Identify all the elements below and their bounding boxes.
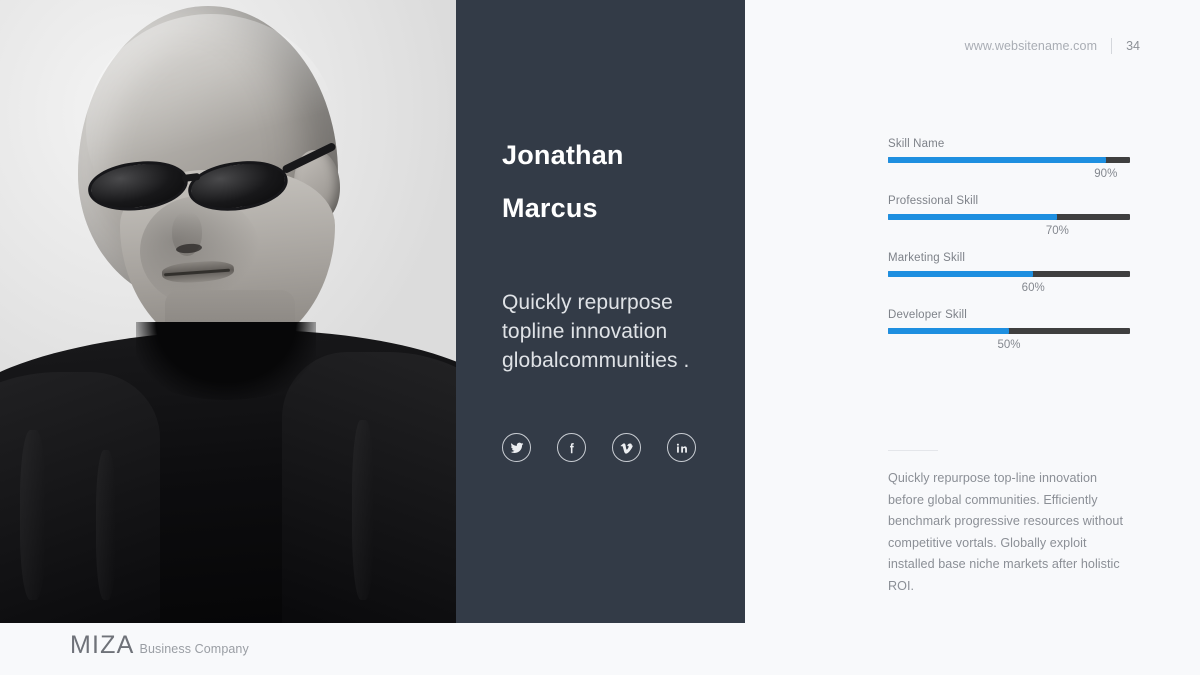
skill-value-row: 60% bbox=[888, 282, 1130, 297]
profile-panel: Jonathan Marcus Quickly repurpose toplin… bbox=[456, 0, 745, 623]
about-paragraph: Quickly repurpose top-line innovation be… bbox=[888, 471, 1124, 593]
linkedin-icon[interactable] bbox=[667, 433, 696, 462]
sunglasses-icon bbox=[84, 141, 337, 218]
twitter-icon[interactable] bbox=[502, 433, 531, 462]
skill-bar-track bbox=[888, 271, 1130, 277]
shirt-fold bbox=[96, 450, 116, 600]
skill-value: 90% bbox=[1094, 168, 1118, 180]
meta-divider bbox=[1111, 38, 1113, 54]
skill-bar-fill bbox=[888, 271, 1034, 277]
skill-bar-track bbox=[888, 328, 1130, 334]
skill-bar-track bbox=[888, 214, 1130, 220]
profile-photo bbox=[0, 0, 456, 623]
profile-first-name: Jonathan bbox=[502, 140, 624, 170]
slide: Jonathan Marcus Quickly repurpose toplin… bbox=[0, 0, 1200, 675]
skill-value-row: 70% bbox=[888, 225, 1130, 240]
portrait-collar bbox=[136, 322, 316, 400]
section-divider bbox=[888, 450, 938, 451]
skill-value: 50% bbox=[997, 339, 1021, 351]
skill-bar-track bbox=[888, 157, 1130, 163]
skill-label: Professional Skill bbox=[888, 195, 979, 207]
skill-bar-fill bbox=[888, 328, 1009, 334]
skill-value: 60% bbox=[1021, 282, 1045, 294]
sunglass-lens-left bbox=[85, 156, 191, 216]
shirt-fold bbox=[20, 430, 46, 600]
skill-row: Marketing Skill 60% bbox=[888, 252, 1130, 297]
skill-value-row: 90% bbox=[888, 168, 1130, 183]
skill-row: Professional Skill 70% bbox=[888, 195, 1130, 240]
skill-row: Developer Skill 50% bbox=[888, 309, 1130, 354]
brand-subtitle: Business Company bbox=[139, 642, 249, 656]
brand-logo: MIZA Business Company bbox=[70, 631, 249, 660]
page-number: 34 bbox=[1126, 39, 1140, 53]
skill-label: Developer Skill bbox=[888, 309, 967, 321]
brand-mark: MIZA bbox=[70, 631, 135, 659]
skill-bar-fill bbox=[888, 157, 1106, 163]
header-meta: www.websitename.com 34 bbox=[965, 38, 1140, 54]
sunglass-lens-right bbox=[185, 156, 291, 216]
skill-row: Skill Name 90% bbox=[888, 138, 1130, 183]
social-links bbox=[502, 433, 696, 462]
skill-bar-fill bbox=[888, 214, 1058, 220]
skill-value: 70% bbox=[1045, 225, 1069, 237]
facebook-icon[interactable] bbox=[557, 433, 586, 462]
website-url[interactable]: www.websitename.com bbox=[965, 39, 1098, 53]
skill-value-row: 50% bbox=[888, 339, 1130, 354]
profile-last-name: Marcus bbox=[502, 193, 598, 223]
skill-label: Skill Name bbox=[888, 138, 945, 150]
shirt-fold bbox=[352, 420, 374, 600]
skills-chart: Skill Name 90% Professional Skill 70% Ma… bbox=[888, 138, 1130, 366]
vimeo-icon[interactable] bbox=[612, 433, 641, 462]
profile-tagline: Quickly repurpose topline innovation glo… bbox=[502, 291, 690, 372]
skill-label: Marketing Skill bbox=[888, 252, 966, 264]
